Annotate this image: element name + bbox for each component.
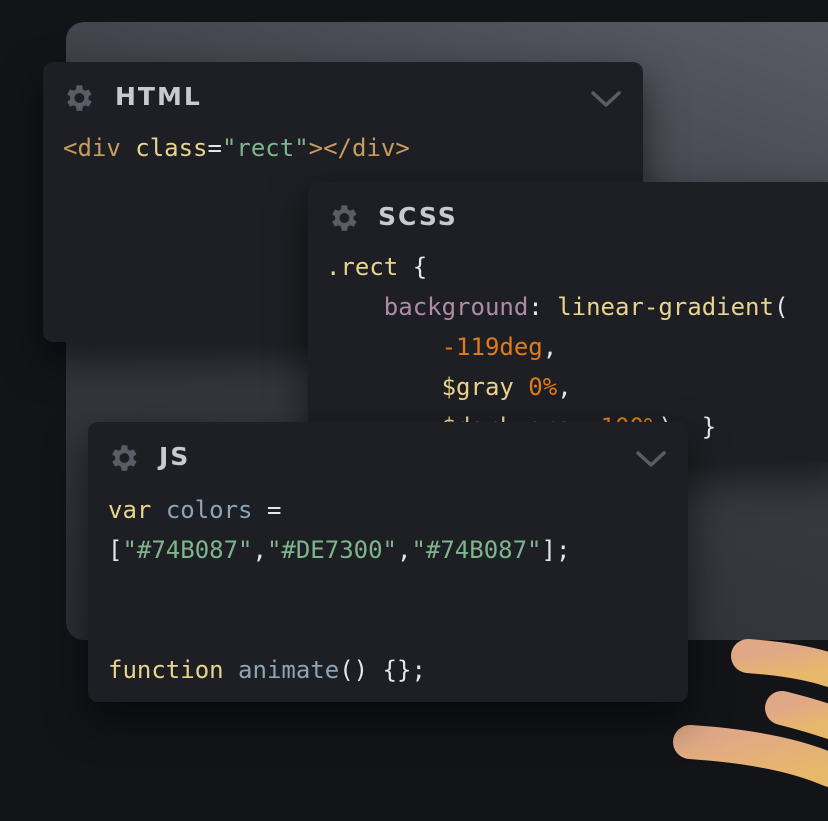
code-token: background (383, 293, 529, 321)
gear-icon[interactable] (61, 81, 95, 115)
code-token: ( (773, 293, 789, 321)
scss-panel-header: SCSS (308, 182, 828, 252)
code-token: , (542, 333, 558, 361)
code-token: = (266, 496, 282, 524)
code-token: "#74B087" (411, 536, 542, 564)
code-token: , (252, 536, 267, 564)
code-token: linear-gradient (557, 293, 774, 321)
gear-icon[interactable] (326, 201, 360, 235)
code-token: 0% (528, 373, 558, 401)
code-token: class (135, 134, 208, 162)
panel-title: SCSS (378, 202, 458, 231)
code-token: colors (165, 496, 253, 524)
code-token: <div (63, 134, 121, 162)
code-token: () {}; (339, 656, 426, 684)
code-token: function (108, 656, 224, 684)
chevron-down-icon[interactable] (590, 89, 622, 109)
js-panel: JS var colors = ["#74B087","#DE7300","#7… (88, 422, 688, 702)
code-token: -119deg (441, 333, 543, 361)
panel-title: JS (159, 442, 191, 471)
code-token: { (412, 253, 428, 281)
code-token: "#74B087" (122, 536, 253, 564)
code-token: : (528, 293, 543, 321)
code-token: , (397, 536, 412, 564)
scss-panel: SCSS .rect { background: linear-gradient… (308, 182, 828, 462)
js-panel-header: JS (88, 422, 688, 492)
code-token: "#DE7300" (266, 536, 397, 564)
code-token: .rect (326, 253, 399, 281)
code-token: $gray (441, 373, 514, 401)
panel-title: HTML (115, 82, 202, 111)
code-token: ></div> (308, 134, 410, 162)
js-code-editor[interactable]: var colors = ["#74B087","#DE7300","#74B0… (108, 490, 570, 690)
code-token: var (108, 496, 152, 524)
html-panel-header: HTML (43, 62, 643, 132)
chevron-down-icon[interactable] (635, 449, 667, 469)
gear-icon[interactable] (106, 441, 140, 475)
code-token: = (207, 134, 222, 162)
html-code-editor[interactable]: <div class="rect"></div> (63, 128, 410, 168)
code-token: ]; (541, 536, 571, 564)
code-token: animate (238, 656, 340, 684)
scss-code-editor[interactable]: .rect { background: linear-gradient( -11… (326, 247, 788, 447)
code-token: "rect" (221, 134, 309, 162)
code-token: [ (108, 536, 123, 564)
code-token: , (557, 373, 572, 401)
